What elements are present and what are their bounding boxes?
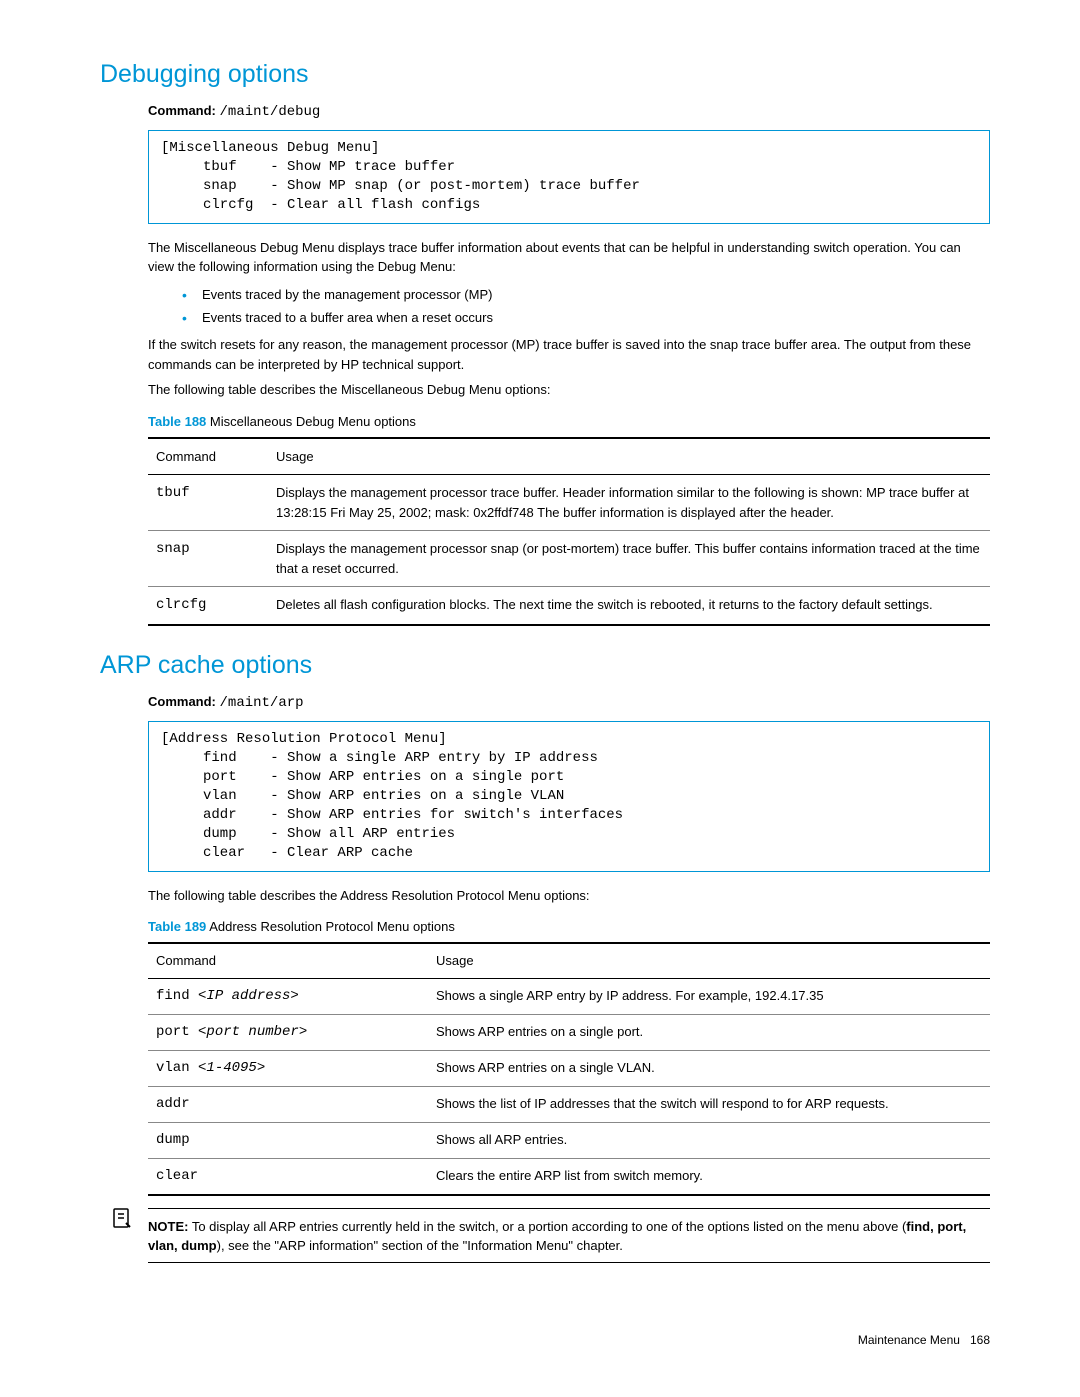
table-title: Address Resolution Protocol Menu options <box>209 919 455 934</box>
cell-command: clear <box>148 1158 428 1195</box>
bullet-list-events: Events traced by the management processo… <box>182 283 990 330</box>
note-icon <box>110 1206 134 1236</box>
table-row: clear Clears the entire ARP list from sw… <box>148 1158 990 1195</box>
command-path: /maint/debug <box>220 104 321 120</box>
para-arp-table-intro: The following table describes the Addres… <box>148 886 990 906</box>
cell-command: tbuf <box>148 475 268 531</box>
table-row: vlan <1-4095> Shows ARP entries on a sin… <box>148 1050 990 1086</box>
cell-usage: Shows a single ARP entry by IP address. … <box>428 978 990 1014</box>
para-debug-intro: The Miscellaneous Debug Menu displays tr… <box>148 238 990 277</box>
cell-usage: Displays the management processor trace … <box>268 475 990 531</box>
table-header-usage: Usage <box>428 943 990 978</box>
command-label: Command: <box>148 694 216 709</box>
section-heading-debugging: Debugging options <box>100 60 990 89</box>
note-block: NOTE: To display all ARP entries current… <box>110 1208 990 1263</box>
cell-usage: Shows ARP entries on a single port. <box>428 1014 990 1050</box>
note-text: NOTE: To display all ARP entries current… <box>148 1217 990 1256</box>
code-box-debug-menu: [Miscellaneous Debug Menu] tbuf - Show M… <box>148 130 990 224</box>
cell-command: port <port number> <box>148 1014 428 1050</box>
footer-page-number: 168 <box>970 1333 990 1347</box>
command-line-debug: Command: /maint/debug <box>148 103 990 120</box>
code-box-arp-menu: [Address Resolution Protocol Menu] find … <box>148 721 990 871</box>
table-row: port <port number> Shows ARP entries on … <box>148 1014 990 1050</box>
table-row: snap Displays the management processor s… <box>148 531 990 587</box>
table-label: Table 188 <box>148 414 206 429</box>
table-caption-189: Table 189 Address Resolution Protocol Me… <box>148 919 990 934</box>
table-title: Miscellaneous Debug Menu options <box>210 414 416 429</box>
cell-command: clrcfg <box>148 587 268 626</box>
cell-usage: Deletes all flash configuration blocks. … <box>268 587 990 626</box>
section-heading-arp: ARP cache options <box>100 651 990 680</box>
cell-command: dump <box>148 1122 428 1158</box>
cell-command: find <IP address> <box>148 978 428 1014</box>
table-header-command: Command <box>148 943 428 978</box>
cell-usage: Clears the entire ARP list from switch m… <box>428 1158 990 1195</box>
cell-usage: Displays the management processor snap (… <box>268 531 990 587</box>
note-label: NOTE: <box>148 1219 188 1234</box>
table-debug-menu-options: Command Usage tbuf Displays the manageme… <box>148 437 990 627</box>
cell-command: snap <box>148 531 268 587</box>
table-row: clrcfg Deletes all flash configuration b… <box>148 587 990 626</box>
table-row: find <IP address> Shows a single ARP ent… <box>148 978 990 1014</box>
para-debug-reset: If the switch resets for any reason, the… <box>148 335 990 374</box>
para-debug-table-intro: The following table describes the Miscel… <box>148 380 990 400</box>
command-label: Command: <box>148 103 216 118</box>
cell-usage: Shows ARP entries on a single VLAN. <box>428 1050 990 1086</box>
table-row: dump Shows all ARP entries. <box>148 1122 990 1158</box>
table-caption-188: Table 188 Miscellaneous Debug Menu optio… <box>148 414 990 429</box>
table-row: addr Shows the list of IP addresses that… <box>148 1086 990 1122</box>
cell-command: vlan <1-4095> <box>148 1050 428 1086</box>
table-header-usage: Usage <box>268 438 990 475</box>
footer-chapter: Maintenance Menu <box>858 1333 960 1347</box>
command-line-arp: Command: /maint/arp <box>148 694 990 711</box>
page-footer: Maintenance Menu 168 <box>110 1333 990 1347</box>
list-item: Events traced by the management processo… <box>182 283 990 306</box>
cell-usage: Shows all ARP entries. <box>428 1122 990 1158</box>
list-item: Events traced to a buffer area when a re… <box>182 306 990 329</box>
table-label: Table 189 <box>148 919 206 934</box>
cell-usage: Shows the list of IP addresses that the … <box>428 1086 990 1122</box>
table-row: tbuf Displays the management processor t… <box>148 475 990 531</box>
table-header-command: Command <box>148 438 268 475</box>
cell-command: addr <box>148 1086 428 1122</box>
command-path: /maint/arp <box>220 695 304 711</box>
table-arp-menu-options: Command Usage find <IP address> Shows a … <box>148 942 990 1196</box>
